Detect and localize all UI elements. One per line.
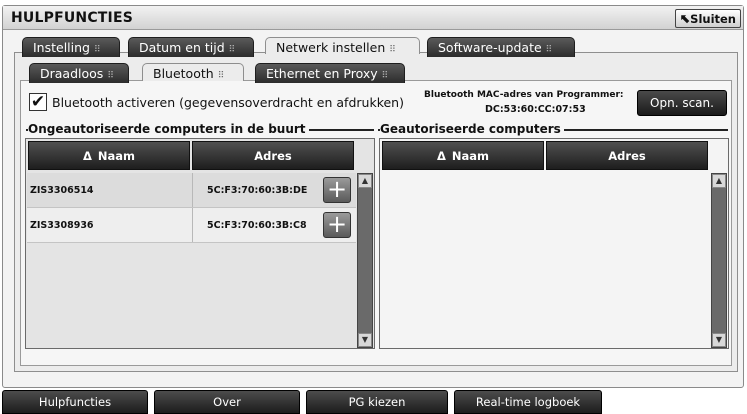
title-bar: HULPFUNCTIES ⬉ Sluiten bbox=[3, 6, 743, 30]
bottom-button-label: Hulpfuncties bbox=[38, 395, 112, 409]
column-header-address[interactable]: Adres bbox=[192, 141, 354, 170]
authorized-section-title: Geautoriseerde computers bbox=[380, 122, 564, 136]
authorized-scrollbar[interactable]: ▲ ▼ bbox=[711, 173, 727, 348]
column-header-name[interactable]: Δ Naam bbox=[28, 141, 190, 170]
mac-address-value: DC:53:60:CC:07:53 bbox=[485, 104, 586, 115]
tab-draadloos[interactable]: Draadloos ⠿ bbox=[29, 63, 129, 83]
scan-button[interactable]: Opn. scan. bbox=[637, 90, 727, 116]
bottom-button-real-time-logboek[interactable]: Real-time logboek bbox=[454, 390, 602, 414]
close-button[interactable]: ⬉ Sluiten bbox=[675, 9, 741, 28]
scroll-down-icon[interactable]: ▼ bbox=[712, 333, 726, 347]
mac-address-title: Bluetooth MAC-adres van Programmer: bbox=[424, 90, 624, 100]
plus-icon: + bbox=[326, 210, 348, 238]
tab-label: Datum en tijd bbox=[139, 40, 225, 55]
column-header-name-label: Naam bbox=[97, 148, 136, 163]
computer-name: ZIS3308936 bbox=[30, 220, 94, 231]
bottom-button-label: PG kiezen bbox=[348, 395, 406, 409]
column-header-name-label: Naam bbox=[451, 148, 490, 163]
tab-ethernet-en-proxy[interactable]: Ethernet en Proxy ⠿ bbox=[255, 63, 405, 83]
column-header-name[interactable]: Δ Naam bbox=[382, 141, 544, 170]
tab-bluetooth[interactable]: Bluetooth ⠿ bbox=[142, 63, 244, 81]
bottom-button-over[interactable]: Over bbox=[154, 390, 300, 414]
scroll-down-icon[interactable]: ▼ bbox=[358, 333, 372, 347]
grip-icon: ⠿ bbox=[228, 45, 236, 55]
computer-address: 5C:F3:70:60:3B:DE bbox=[207, 185, 308, 196]
tab-label: Instelling bbox=[33, 40, 90, 55]
close-button-label: Sluiten bbox=[690, 11, 736, 26]
bluetooth-enable-checkbox[interactable]: ✔ bbox=[29, 93, 47, 111]
sort-icon: Δ bbox=[82, 148, 92, 163]
tab-instelling[interactable]: Instelling ⠿ bbox=[22, 37, 120, 57]
grip-icon: ⠿ bbox=[545, 45, 553, 55]
computer-name: ZIS3306514 bbox=[30, 185, 94, 196]
bottom-button-label: Over bbox=[213, 395, 241, 409]
bottom-button-hulpfuncties[interactable]: Hulpfuncties bbox=[2, 390, 148, 414]
scroll-up-icon[interactable]: ▲ bbox=[712, 174, 726, 188]
column-separator bbox=[192, 208, 193, 242]
plus-icon: + bbox=[326, 175, 348, 203]
authorized-computers-list: Δ Naam Adres ▲ ▼ bbox=[379, 138, 729, 349]
bottom-button-pg-kiezen[interactable]: PG kiezen bbox=[306, 390, 448, 414]
unauthorized-section-title: Ongeautoriseerde computers in de buurt bbox=[28, 122, 309, 136]
grip-icon: ⠿ bbox=[381, 71, 389, 81]
unauthorized-computers-list: Δ Naam Adres ZIS3306514 5C:F3:70:60:3B:D… bbox=[25, 138, 375, 349]
table-row[interactable]: ZIS3308936 5C:F3:70:60:3B:C8 + bbox=[27, 208, 356, 243]
tab-label: Ethernet en Proxy bbox=[266, 66, 378, 81]
tab-label: Netwerk instellen bbox=[276, 40, 386, 55]
unauthorized-scrollbar[interactable]: ▲ ▼ bbox=[357, 173, 373, 348]
grip-icon: ⠿ bbox=[389, 45, 396, 55]
tab-netwerk-instellen[interactable]: Netwerk instellen ⠿ bbox=[265, 37, 420, 55]
checkmark-icon: ✔ bbox=[30, 92, 46, 112]
column-header-address-label: Adres bbox=[608, 148, 646, 163]
table-row[interactable]: ZIS3306514 5C:F3:70:60:3B:DE + bbox=[27, 173, 356, 208]
add-computer-button[interactable]: + bbox=[323, 212, 351, 238]
scroll-up-icon[interactable]: ▲ bbox=[358, 174, 372, 188]
add-computer-button[interactable]: + bbox=[323, 177, 351, 203]
grip-icon: ⠿ bbox=[107, 71, 114, 81]
tab-software-update[interactable]: Software-update ⠿ bbox=[427, 37, 575, 57]
window-title: HULPFUNCTIES bbox=[11, 10, 133, 26]
bluetooth-enable-label: Bluetooth activeren (gegevensoverdracht … bbox=[52, 95, 404, 110]
column-header-address[interactable]: Adres bbox=[546, 141, 708, 170]
cursor-arrow-icon: ⬉ bbox=[680, 12, 691, 27]
sort-icon: Δ bbox=[436, 148, 446, 163]
bottom-button-label: Real-time logboek bbox=[475, 395, 581, 409]
computer-address: 5C:F3:70:60:3B:C8 bbox=[207, 220, 307, 231]
scan-button-label: Opn. scan. bbox=[650, 96, 714, 110]
tab-label: Software-update bbox=[438, 40, 542, 55]
column-separator bbox=[192, 173, 193, 207]
tab-datum-en-tijd[interactable]: Datum en tijd ⠿ bbox=[128, 37, 254, 57]
grip-icon: ⠿ bbox=[217, 71, 225, 81]
column-header-address-label: Adres bbox=[254, 148, 292, 163]
tab-label: Bluetooth bbox=[153, 66, 214, 81]
grip-icon: ⠿ bbox=[94, 45, 101, 55]
tab-label: Draadloos bbox=[40, 66, 104, 81]
